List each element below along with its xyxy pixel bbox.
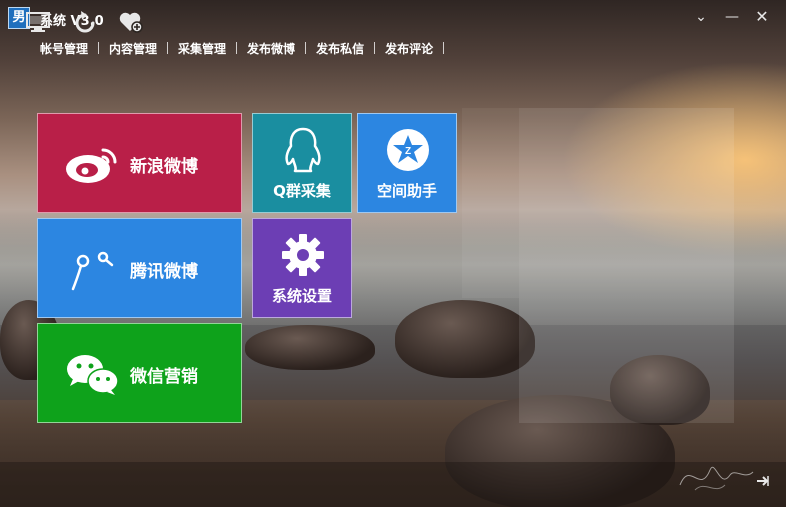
tile-qzone-helper[interactable]: Z 空间助手 xyxy=(357,113,457,213)
menu-item-account[interactable]: 帐号管理 xyxy=(30,40,98,57)
refresh-icon[interactable] xyxy=(73,10,99,34)
wechat-icon xyxy=(67,355,119,395)
tile-wechat[interactable]: 微信营销 xyxy=(37,323,242,423)
heart-add-icon[interactable] xyxy=(118,10,144,34)
menu-item-publish-message[interactable]: 发布私信 xyxy=(306,40,374,57)
exit-icon[interactable] xyxy=(755,473,771,489)
qzone-star-icon: Z xyxy=(387,129,429,171)
tile-q-group-collect[interactable]: Q群采集 xyxy=(252,113,352,213)
app-window: 男 系统 V3.0 ⌄ — ✕ 帐号管理 内容管理 采集管理 发布微博 发布私信… xyxy=(0,0,786,507)
svg-text:Z: Z xyxy=(405,146,411,157)
monitor-icon[interactable] xyxy=(25,10,51,34)
tile-tencent-weibo[interactable]: 腾讯微博 xyxy=(37,218,242,318)
tile-qzone-label: 空间助手 xyxy=(376,182,437,200)
menu-item-publish-comment[interactable]: 发布评论 xyxy=(375,40,443,57)
tile-wechat-label: 微信营销 xyxy=(130,367,198,387)
menu-item-publish-weibo[interactable]: 发布微博 xyxy=(237,40,305,57)
dropdown-button[interactable]: ⌄ xyxy=(691,8,711,26)
qq-penguin-icon xyxy=(285,127,321,173)
weibo-icon xyxy=(66,148,117,183)
gear-icon xyxy=(282,234,324,276)
close-button[interactable]: ✕ xyxy=(752,8,772,26)
tile-tencent-weibo-label: 腾讯微博 xyxy=(130,262,198,282)
tile-weibo-label: 新浪微博 xyxy=(130,157,198,177)
tile-system-settings[interactable]: 系统设置 xyxy=(252,218,352,318)
glass-panel-left xyxy=(462,108,519,298)
tile-weibo[interactable]: 新浪微博 xyxy=(37,113,242,213)
background-rock xyxy=(245,325,375,370)
signature-watermark xyxy=(679,466,754,491)
menu-item-content[interactable]: 内容管理 xyxy=(99,40,167,57)
menu-separator xyxy=(443,42,445,54)
tile-q-group-label: Q群采集 xyxy=(273,182,331,200)
minimize-button[interactable]: — xyxy=(722,8,742,26)
tile-settings-label: 系统设置 xyxy=(271,287,332,305)
background-rock xyxy=(395,300,535,378)
bottom-bar xyxy=(0,462,786,507)
tencent-weibo-icon xyxy=(71,251,114,291)
menu-bar: 帐号管理 内容管理 采集管理 发布微博 发布私信 发布评论 xyxy=(30,38,445,58)
glass-panel-right xyxy=(519,108,734,423)
menu-item-collect[interactable]: 采集管理 xyxy=(168,40,236,57)
